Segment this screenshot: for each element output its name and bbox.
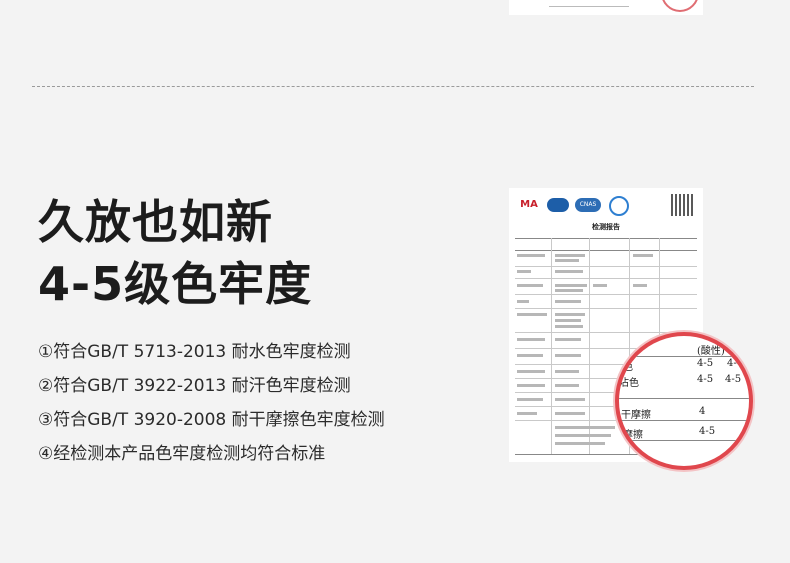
report-title: 检测报告 xyxy=(592,223,620,231)
table-cell xyxy=(555,289,583,292)
table-cell xyxy=(517,338,545,341)
table-cell xyxy=(555,370,579,373)
table-cell xyxy=(555,313,585,316)
table-col xyxy=(551,238,552,454)
ilac-logo xyxy=(547,198,569,212)
table-rule xyxy=(515,250,697,251)
table-cell xyxy=(517,300,529,303)
table-cell xyxy=(633,284,647,287)
table-row xyxy=(515,278,697,279)
table-cell xyxy=(555,338,581,341)
feature-item-1: ①符合GB/T 5713-2013 耐水色牢度检测 xyxy=(38,342,351,362)
magnifier-rule xyxy=(619,440,749,441)
magnifier-header: (酸性) xyxy=(697,346,725,357)
magnifier-row-value: 4- xyxy=(727,358,737,369)
table-cell xyxy=(555,300,581,303)
headline-line2: 4-5级色牢度 xyxy=(38,257,313,311)
table-cell xyxy=(517,412,537,415)
table-cell xyxy=(555,270,583,273)
table-rule xyxy=(515,238,697,239)
cert-seal-icon xyxy=(609,196,629,216)
table-cell xyxy=(555,384,579,387)
table-row xyxy=(515,266,697,267)
magnifier-row-label: 色 xyxy=(623,362,633,373)
cnas-logo: CNAS xyxy=(575,198,601,212)
table-cell xyxy=(517,370,545,373)
headline-line1: 久放也如新 xyxy=(38,195,273,249)
table-row xyxy=(515,308,697,309)
table-cell xyxy=(555,426,615,429)
magnifier-row-label: 干摩擦 xyxy=(621,410,651,421)
table-cell xyxy=(517,384,545,387)
report-footer-line xyxy=(549,6,629,7)
table-cell xyxy=(555,325,583,328)
magnifier-rule xyxy=(619,420,749,421)
table-cell xyxy=(555,319,581,322)
table-cell xyxy=(555,284,587,287)
table-cell xyxy=(517,398,543,401)
magnifier-lens: (酸性) 色 4-5 4- 沾色 4-5 4-5 干摩擦 4 摩擦 4-5 xyxy=(615,332,753,470)
magnifier-row-value: 4-5 xyxy=(697,374,714,385)
table-cell xyxy=(517,313,547,316)
feature-item-3: ③符合GB/T 3920-2008 耐干摩擦色牢度检测 xyxy=(38,410,385,430)
table-cell xyxy=(555,412,585,415)
top-report-fragment xyxy=(509,0,703,15)
table-cell xyxy=(517,270,531,273)
magnifier-row-label: 沾色 xyxy=(619,378,639,389)
magnifier-rule xyxy=(619,356,749,357)
table-cell xyxy=(517,354,543,357)
qr-code-icon xyxy=(671,194,693,216)
feature-item-2: ②符合GB/T 3922-2013 耐汗色牢度检测 xyxy=(38,376,351,396)
feature-list: ①符合GB/T 5713-2013 耐水色牢度检测 ②符合GB/T 3922-2… xyxy=(38,335,385,471)
table-cell xyxy=(517,254,545,257)
table-cell xyxy=(555,259,579,262)
table-row xyxy=(515,294,697,295)
report-logos: MA CNAS xyxy=(517,196,629,216)
table-cell xyxy=(555,254,585,257)
red-stamp xyxy=(661,0,699,12)
magnifier-row-value: 4-5 xyxy=(699,426,716,437)
table-cell xyxy=(633,254,653,257)
table-col xyxy=(589,238,590,454)
magnifier-row-value: 4-5 xyxy=(697,358,714,369)
table-cell xyxy=(517,284,543,287)
table-cell xyxy=(555,442,605,445)
table-cell xyxy=(555,398,585,401)
dashed-divider xyxy=(32,86,754,87)
table-cell xyxy=(593,284,607,287)
magnifier-row-value: 4-5 xyxy=(725,374,742,385)
table-cell xyxy=(555,354,581,357)
feature-item-4: ④经检测本产品色牢度检测均符合标准 xyxy=(38,444,326,464)
magnifier-row-label: 摩擦 xyxy=(623,430,643,441)
cma-logo: MA xyxy=(520,199,538,210)
magnifier-row-value: 4 xyxy=(699,406,706,417)
magnifier-rule xyxy=(619,398,749,399)
table-cell xyxy=(555,434,611,437)
